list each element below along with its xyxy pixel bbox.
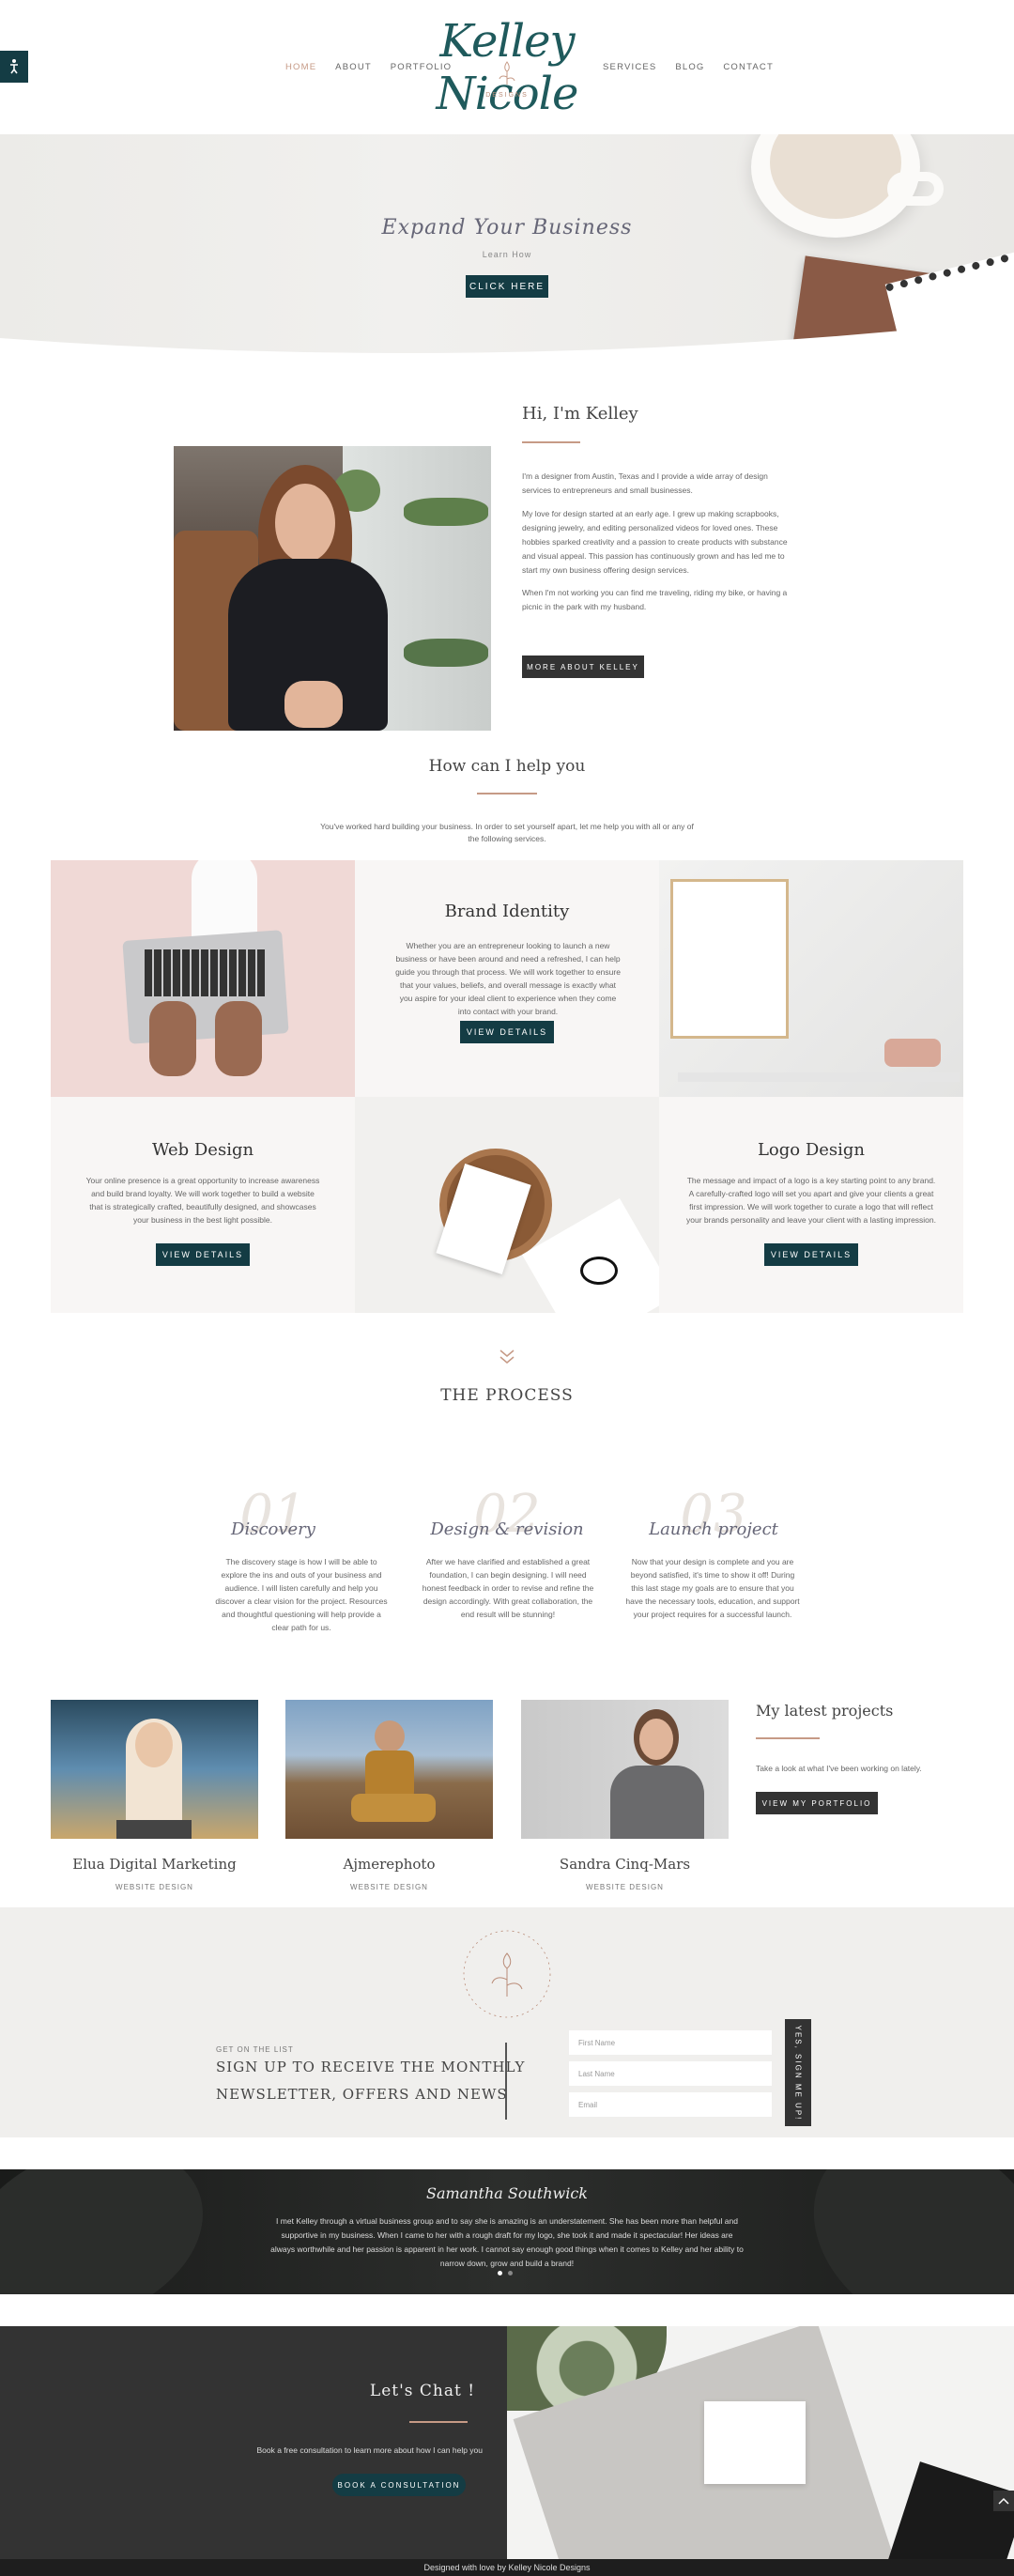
about-paragraph-3: When I'm not working you can find me tra… (522, 588, 788, 611)
footer-credit: Designed with love by Kelley Nicole Desi… (0, 2559, 1014, 2576)
logo-subtitle: DESIGNS (485, 92, 529, 99)
chat-text: Book a free consultation to learn more a… (256, 2445, 483, 2455)
about-paragraph-2: My love for design started at an early a… (522, 509, 788, 575)
step-1-text: The discovery stage is how I will be abl… (215, 1557, 388, 1632)
first-name-field[interactable]: First Name (569, 2030, 772, 2055)
process-heading: THE PROCESS (440, 1386, 574, 1405)
slider-dot-2[interactable] (508, 2271, 513, 2275)
portfolio-ajmerephoto-tag: WEBSITE DESIGN (350, 1883, 428, 1891)
latest-projects-heading: My latest projects (756, 1702, 894, 1720)
laptop-image (51, 860, 355, 1097)
chat-heading: Let's Chat ! (369, 2382, 476, 2400)
hero-curve (0, 319, 1014, 376)
signup-submit-button[interactable]: YES, SIGN ME UP! (785, 2019, 811, 2126)
nav-about[interactable]: ABOUT (335, 62, 372, 72)
cup-handle (887, 172, 944, 206)
newsletter-line-1: SIGN UP TO RECEIVE THE MONTHLY (216, 2059, 526, 2075)
hero-click-button[interactable]: CLICK HERE (466, 275, 548, 298)
step-3-text: Now that your design is complete and you… (625, 1557, 800, 1619)
nav-blog[interactable]: BLOG (675, 62, 704, 72)
testimonial-name: Samantha Southwick (426, 2184, 588, 2202)
help-rule (477, 793, 537, 794)
chat-section (0, 2326, 507, 2559)
signup-submit-label: YES, SIGN ME UP! (793, 2025, 803, 2121)
nav-services[interactable]: SERVICES (603, 62, 656, 72)
brand-identity-title: Brand Identity (444, 902, 570, 921)
portfolio-ajmerephoto-name[interactable]: Ajmerephoto (285, 1856, 493, 1873)
slider-dot-1[interactable] (498, 2271, 502, 2275)
newsletter-badge-icon (463, 1930, 551, 2018)
step-2-text: After we have clarified and established … (422, 1557, 594, 1619)
scroll-to-top-button[interactable] (993, 2491, 1014, 2511)
step-2-title: Design & revision (430, 1519, 584, 1539)
step-1-title: Discovery (231, 1519, 315, 1539)
testimonial-text: I met Kelley through a virtual business … (270, 2216, 744, 2268)
accessibility-button[interactable] (0, 51, 28, 83)
portfolio-elua-image[interactable] (51, 1700, 258, 1839)
nav-right: SERVICES BLOG CONTACT (595, 62, 781, 72)
view-portfolio-button[interactable]: VIEW MY PORTFOLIO (756, 1792, 878, 1814)
notebook-plant-image (507, 2326, 1014, 2559)
web-design-title: Web Design (151, 1140, 254, 1160)
portfolio-elua-tag: WEBSITE DESIGN (115, 1883, 193, 1891)
chevron-down-icon (499, 1350, 515, 1364)
kelley-portrait-image (174, 446, 491, 731)
nav-home[interactable]: HOME (285, 62, 316, 72)
chevron-up-icon (998, 2497, 1009, 2505)
about-rule (522, 441, 580, 443)
logo-design-text: The message and impact of a logo is a ke… (686, 1176, 936, 1225)
latest-projects-text: Take a look at what I've been working on… (756, 1764, 922, 1773)
web-design-text: Your online presence is a great opportun… (85, 1176, 320, 1225)
accessibility-icon (10, 59, 18, 74)
portfolio-ajmerephoto-image[interactable] (285, 1700, 493, 1839)
newsletter-divider (505, 2043, 507, 2120)
hero-title: Expand Your Business (381, 216, 633, 239)
logo-design-title: Logo Design (757, 1140, 866, 1160)
logo-details-button[interactable]: VIEW DETAILS (764, 1243, 858, 1266)
portfolio-sandra-name[interactable]: Sandra Cinq-Mars (521, 1856, 729, 1873)
last-name-field[interactable]: Last Name (569, 2061, 772, 2086)
logo-flower-icon (499, 61, 515, 85)
nav-contact[interactable]: CONTACT (723, 62, 774, 72)
web-details-button[interactable]: VIEW DETAILS (156, 1243, 250, 1266)
chat-rule (409, 2421, 468, 2423)
more-about-button[interactable]: MORE ABOUT KELLEY (522, 656, 644, 678)
hero-subtitle: Learn How (482, 250, 532, 259)
brand-details-button[interactable]: VIEW DETAILS (460, 1021, 554, 1043)
book-consultation-button[interactable]: BOOK A CONSULTATION (332, 2474, 466, 2496)
help-text: You've worked hard building your busines… (320, 822, 694, 843)
help-heading: How can I help you (428, 757, 586, 776)
step-3-title: Launch project (649, 1519, 778, 1539)
business-card-image (355, 1097, 659, 1313)
portfolio-elua-name[interactable]: Elua Digital Marketing (51, 1856, 258, 1873)
frame-desk-image (659, 860, 963, 1097)
newsletter-line-2: NEWSLETTER, OFFERS AND NEWS (216, 2086, 508, 2103)
newsletter-kicker: GET ON THE LIST (216, 2045, 294, 2054)
about-paragraph-1: I'm a designer from Austin, Texas and I … (522, 471, 768, 495)
latest-projects-rule (756, 1737, 820, 1739)
about-heading: Hi, I'm Kelley (522, 404, 638, 424)
email-field[interactable]: Email (569, 2092, 772, 2117)
portfolio-sandra-image[interactable] (521, 1700, 729, 1839)
portfolio-sandra-tag: WEBSITE DESIGN (586, 1883, 664, 1891)
brand-identity-text: Whether you are an entrepreneur looking … (395, 941, 621, 1016)
